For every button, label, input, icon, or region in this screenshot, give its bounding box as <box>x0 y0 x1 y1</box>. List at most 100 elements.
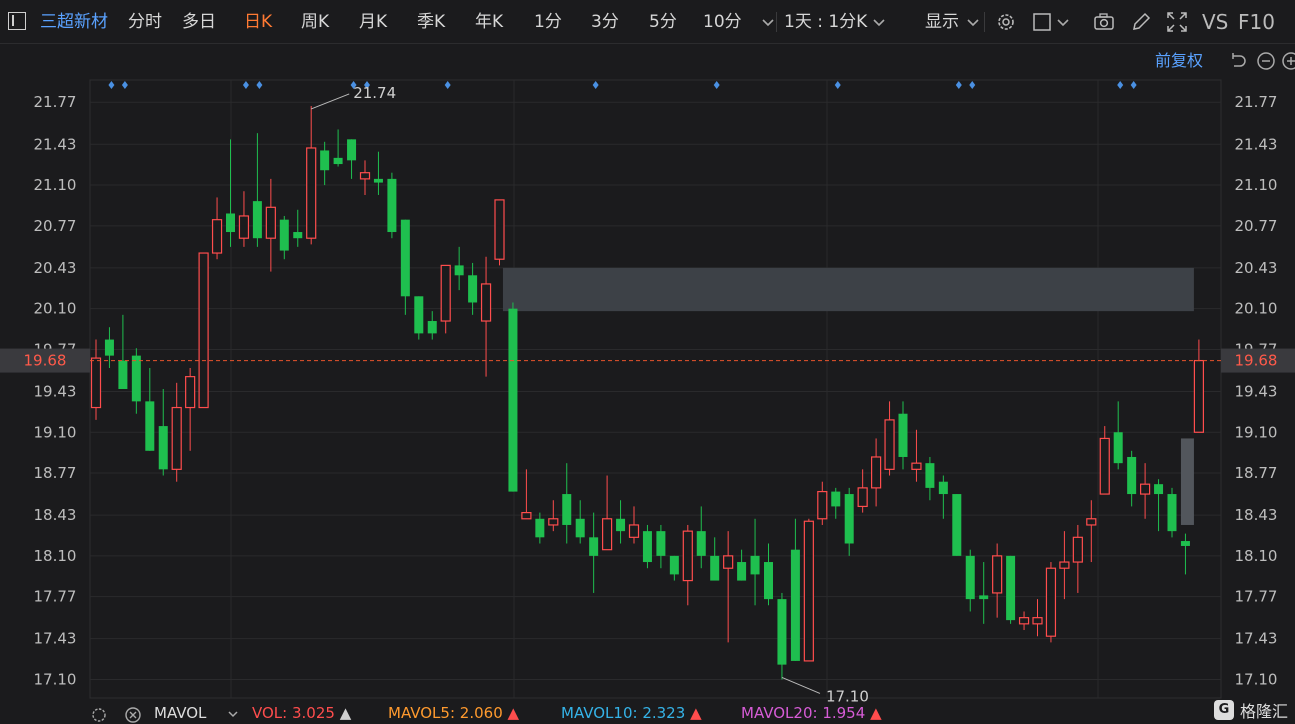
candlestick-chart[interactable]: 21.77 21.77 21.43 21.43 21.10 21.10 20.77 20.77… <box>0 44 1295 704</box>
candle-body <box>373 178 383 183</box>
candle-body <box>521 511 532 520</box>
candle-body <box>938 481 948 495</box>
candle-body <box>628 524 640 538</box>
tab-multi-day[interactable]: 多日 <box>182 0 216 44</box>
volume-legend: MAVOL VOL: 3.025 ▲ MAVOL5: 2.060 ▲ MAVOL… <box>0 700 1295 724</box>
candle-body <box>1167 494 1177 532</box>
candle-body <box>306 147 317 239</box>
tab-5min[interactable]: 5分 <box>649 0 677 44</box>
current-price-label-left: 19.68 <box>24 352 67 370</box>
camera-icon[interactable] <box>1093 11 1115 33</box>
high-price-label: 21.74 <box>353 84 396 102</box>
y-tick-label-left: 20.77 <box>34 217 77 235</box>
candle-body <box>642 531 652 563</box>
tab-1min[interactable]: 1分 <box>534 0 562 44</box>
candle-body <box>1127 456 1137 495</box>
chevron-down-icon[interactable] <box>962 11 984 33</box>
fullscreen-icon[interactable] <box>1166 11 1188 33</box>
display-menu[interactable]: 显示 <box>925 0 959 44</box>
y-tick-label-right: 17.10 <box>1235 670 1278 688</box>
tab-daily-k[interactable]: 日K <box>244 0 272 44</box>
candle-body <box>992 555 1003 594</box>
candle-body <box>347 139 357 161</box>
tab-3min[interactable]: 3分 <box>591 0 619 44</box>
tab-intraday[interactable]: 分时 <box>128 0 162 44</box>
candle-body <box>562 494 572 525</box>
y-tick-label-right: 20.10 <box>1235 300 1278 318</box>
arrow-up-icon: ▲ <box>870 704 882 722</box>
candle-body <box>898 413 908 457</box>
tab-monthly-k[interactable]: 月K <box>359 0 387 44</box>
arrow-up-icon: ▲ <box>690 704 702 722</box>
candle-body <box>1032 617 1043 625</box>
vs-button[interactable]: VS <box>1202 0 1228 44</box>
gear-icon[interactable] <box>90 706 108 724</box>
tab-quarterly-k[interactable]: 季K <box>417 0 445 44</box>
candle-body <box>1154 484 1164 495</box>
candle-body <box>131 355 141 402</box>
tab-weekly-k[interactable]: 周K <box>301 0 329 44</box>
y-tick-label-right: 17.77 <box>1235 588 1278 606</box>
toolbar: 三超新材 分时 多日 日K 周K 月K 季K 年K 1分 3分 5分 10分 1… <box>0 0 1295 44</box>
candle-body <box>293 232 303 239</box>
y-tick-label-left: 19.43 <box>34 382 77 400</box>
vol-item: VOL: 3.025 ▲ <box>252 704 351 723</box>
sidebar-toggle-icon[interactable] <box>8 12 26 30</box>
candle-body <box>508 308 518 492</box>
candle-body <box>1193 359 1205 433</box>
y-tick-label-left: 20.10 <box>34 300 77 318</box>
y-tick-label-left: 17.10 <box>34 670 77 688</box>
mavol20-value: 1.954 <box>822 704 866 722</box>
low-price-label: 17.10 <box>826 687 869 704</box>
y-tick-label-right: 20.43 <box>1235 259 1278 277</box>
candle-body <box>427 321 437 334</box>
candle-body <box>1018 617 1030 625</box>
indicator-name[interactable]: MAVOL <box>154 704 206 723</box>
candle-body <box>1099 437 1110 495</box>
f10-button[interactable]: F10 <box>1238 0 1275 44</box>
mavol5-label: MAVOL5: <box>388 704 456 722</box>
candle-body <box>145 401 155 451</box>
tab-10min[interactable]: 10分 <box>703 0 742 44</box>
candle-body <box>589 537 599 556</box>
candle-body <box>710 555 720 581</box>
y-tick-label-left: 18.77 <box>34 464 77 482</box>
y-tick-label-right: 18.77 <box>1235 464 1278 482</box>
gear-icon[interactable] <box>995 11 1017 33</box>
mavol10-label: MAVOL10: <box>561 704 638 722</box>
mavol5-item: MAVOL5: 2.060 ▲ <box>388 704 519 723</box>
candle-body <box>440 264 451 322</box>
y-tick-label-right: 20.77 <box>1235 217 1278 235</box>
checkbox-icon[interactable] <box>1032 11 1054 33</box>
candle-body <box>158 426 168 470</box>
candle-body <box>279 219 289 251</box>
y-tick-label-left: 21.77 <box>34 93 77 111</box>
candle-body <box>790 549 800 661</box>
candle-body <box>1045 567 1057 637</box>
y-tick-label-right: 19.43 <box>1235 382 1278 400</box>
close-icon[interactable] <box>124 706 142 724</box>
tab-yearly-k[interactable]: 年K <box>475 0 503 44</box>
y-tick-label-right: 21.43 <box>1235 135 1278 153</box>
chevron-down-icon[interactable] <box>868 11 890 33</box>
candle-body <box>1059 561 1070 569</box>
chevron-down-icon[interactable] <box>1052 11 1074 33</box>
candle-body <box>454 265 464 276</box>
candle-body <box>1086 518 1097 526</box>
watermark-text: 格隆汇 <box>1240 702 1289 721</box>
candle-body <box>817 490 828 520</box>
candle-body <box>1180 541 1190 546</box>
timeframe-select[interactable]: 1天 : 1分K <box>784 0 867 44</box>
mavol20-label: MAVOL20: <box>741 704 818 722</box>
candle-body <box>185 376 196 409</box>
pencil-icon[interactable] <box>1130 11 1152 33</box>
candle-body <box>548 518 559 526</box>
chevron-down-icon[interactable] <box>225 706 241 722</box>
candle-body <box>414 296 424 334</box>
candle-body <box>669 555 679 575</box>
candle-body <box>616 518 626 532</box>
stock-name[interactable]: 三超新材 <box>40 0 108 44</box>
candle-body <box>226 213 235 233</box>
brand-logo-icon: G <box>1214 700 1234 720</box>
mavol5-value: 2.060 <box>459 704 503 722</box>
